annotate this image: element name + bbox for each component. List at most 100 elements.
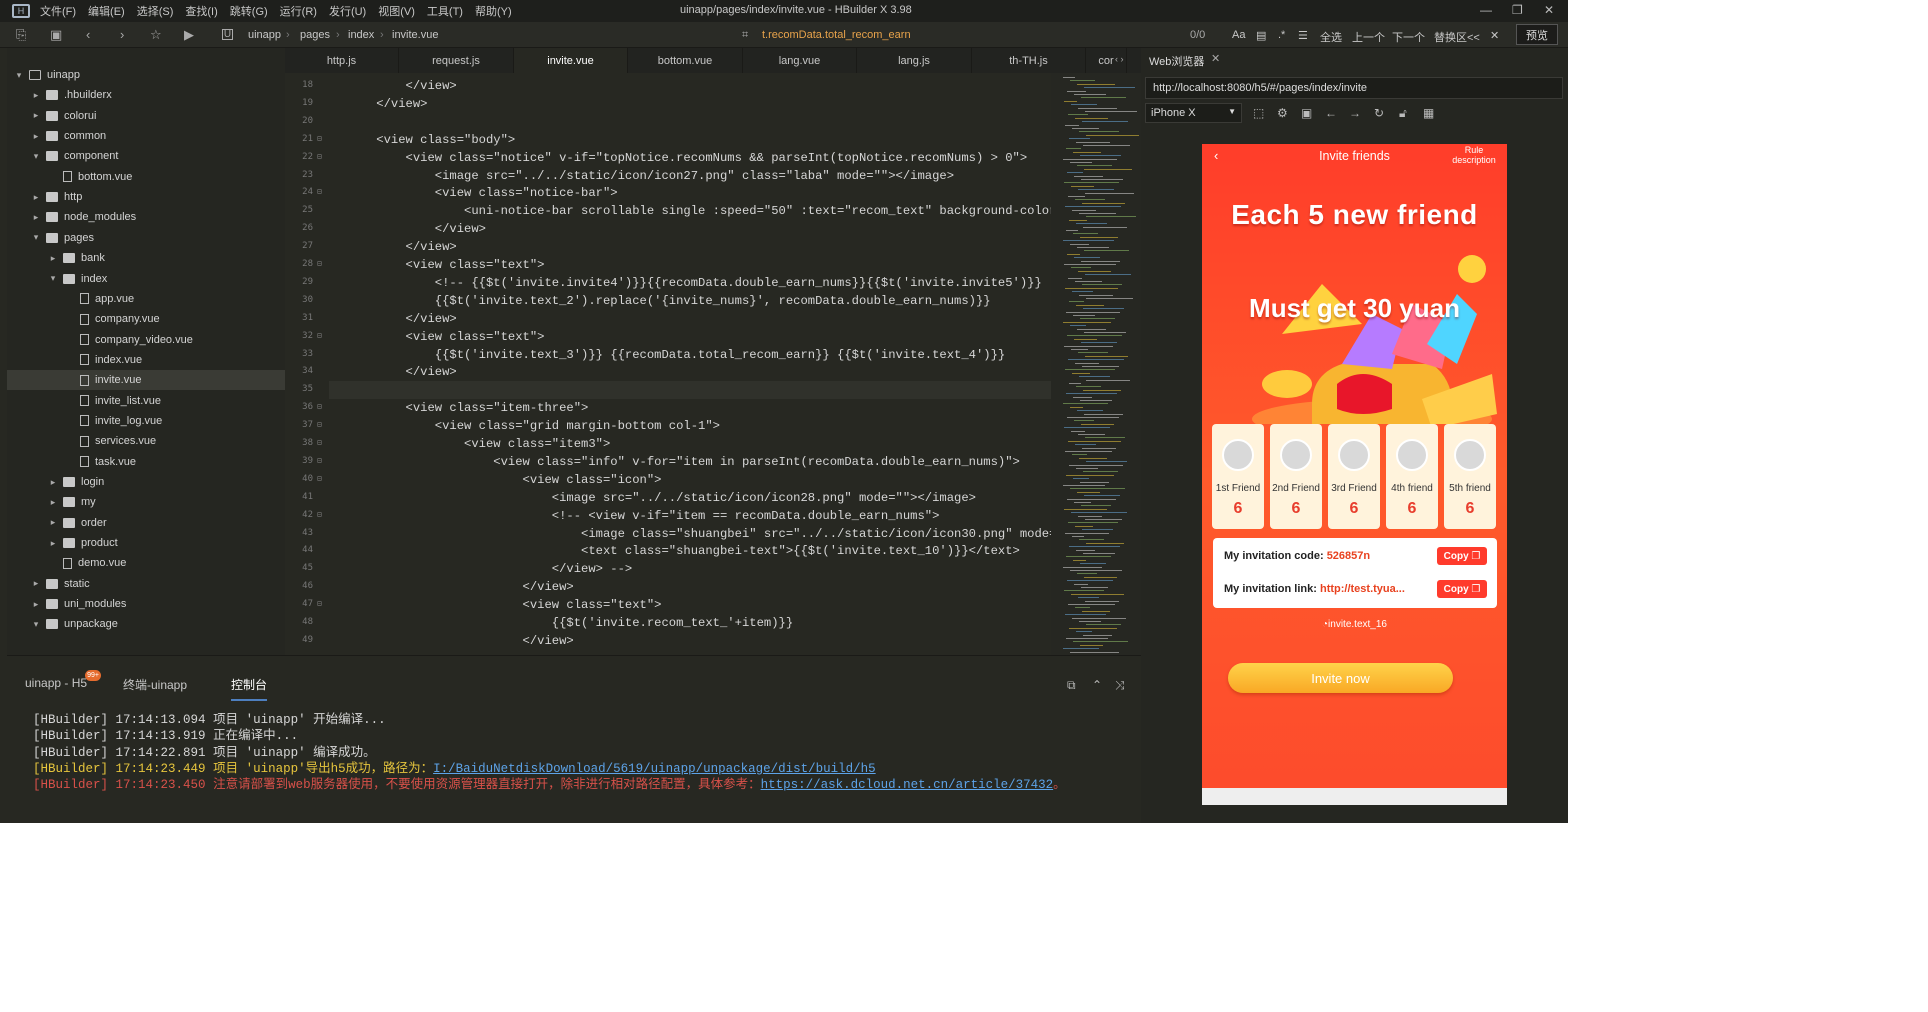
tree-arrow-icon[interactable]: ▸ [30, 131, 42, 142]
code-line[interactable] [329, 381, 1119, 400]
fold-icon[interactable]: ⊟ [317, 474, 322, 483]
fold-icon[interactable]: ⊟ [317, 402, 322, 411]
tree-arrow-icon[interactable]: ▾ [30, 151, 42, 162]
tree-arrow-icon[interactable]: ▸ [47, 517, 59, 528]
code-line[interactable]: <image src="../../static/icon/icon27.png… [347, 167, 954, 185]
breadcrumb-file[interactable]: invite.vue [392, 29, 438, 41]
tree-arrow-icon[interactable]: ▸ [47, 538, 59, 549]
export-icon[interactable]: ⧉ [1067, 678, 1076, 693]
code-line[interactable]: <!-- {{$t('invite.invite4')}}{{recomData… [347, 274, 1071, 292]
sidebar-item-unpackage[interactable]: ▾ unpackage [7, 614, 285, 634]
sidebar-item-order[interactable]: ▸ order [7, 513, 285, 533]
lock-icon[interactable]: 🔓︎ [1399, 106, 1407, 121]
menu-item[interactable]: 工具(T) [427, 3, 463, 19]
prev-match-button[interactable]: 上一个 [1352, 29, 1385, 45]
sidebar-item--hbuilderx[interactable]: ▸ .hbuilderx [7, 85, 285, 105]
tab-request-js[interactable]: request.js [400, 48, 514, 73]
code-line[interactable]: <image class="shuangbei" src="../../stat… [347, 525, 1078, 543]
fold-icon[interactable]: ⊟ [317, 510, 322, 519]
tab-uinapp-h5[interactable]: uinapp - H5 [25, 676, 87, 690]
tree-arrow-icon[interactable]: ▸ [47, 477, 59, 488]
sidebar-item-uinapp[interactable]: ▾ uinapp [7, 65, 285, 85]
sidebar-item-index-vue[interactable]: index.vue [7, 350, 285, 370]
console-link[interactable]: https://ask.dcloud.net.cn/article/37432 [761, 778, 1054, 792]
fold-icon[interactable]: ⊟ [317, 134, 322, 143]
nav-back-icon[interactable]: ← [1325, 106, 1337, 120]
breadcrumb-project[interactable]: uinapp [248, 29, 281, 41]
tab-console[interactable]: 控制台 [231, 676, 268, 701]
code-line[interactable]: <view class="info" v-for="item in parseI… [347, 453, 1020, 471]
sidebar-item-company-video-vue[interactable]: company_video.vue [7, 330, 285, 350]
sidebar-item-services-vue[interactable]: services.vue [7, 431, 285, 451]
clear-console-icon[interactable]: ⤨ [1115, 678, 1125, 693]
sidebar-item-my[interactable]: ▸ my [7, 492, 285, 512]
close-browser-tab-icon[interactable]: ✕ [1211, 52, 1220, 65]
settings-icon[interactable]: ⚙ [1277, 106, 1288, 120]
symbol-search[interactable]: t.recomData.total_recom_earn [762, 29, 911, 41]
sidebar-item-uni-modules[interactable]: ▸ uni_modules [7, 594, 285, 614]
tree-arrow-icon[interactable]: ▸ [47, 497, 59, 508]
match-case-icon[interactable]: Aa [1232, 29, 1245, 41]
list-icon[interactable]: ☰ [1298, 29, 1308, 42]
tree-arrow-icon[interactable]: ▾ [30, 619, 42, 630]
invite-now-button[interactable]: Invite now [1228, 663, 1453, 693]
sidebar-item-node-modules[interactable]: ▸ node_modules [7, 207, 285, 227]
sidebar-item-index[interactable]: ▾ index [7, 269, 285, 289]
minimize-icon[interactable]: — [1480, 3, 1492, 17]
menu-item[interactable]: 帮助(Y) [475, 3, 512, 19]
fold-icon[interactable]: ⊟ [317, 438, 322, 447]
tab-lang-js[interactable]: lang.js [858, 48, 972, 73]
sidebar-item-colorui[interactable]: ▸ colorui [7, 106, 285, 126]
sidebar-item-http[interactable]: ▸ http [7, 187, 285, 207]
code-line[interactable]: <view class="grid margin-bottom col-1"> [347, 417, 720, 435]
run-icon[interactable]: ▶ [184, 28, 194, 42]
code-line[interactable]: </view> [347, 238, 457, 256]
fold-icon[interactable]: ⊟ [317, 152, 322, 161]
code-line[interactable]: <view class="text"> [347, 256, 545, 274]
preview-button[interactable]: 预览 [1516, 24, 1558, 45]
fold-icon[interactable]: ⊟ [317, 599, 322, 608]
save-icon[interactable]: ▣ [50, 28, 62, 42]
tree-arrow-icon[interactable]: ▸ [30, 599, 42, 610]
code-line[interactable]: <view class="body"> [347, 131, 515, 149]
code-line[interactable]: </view> --> [347, 560, 632, 578]
code-line[interactable]: </view> [347, 363, 457, 381]
code-line[interactable]: {{$t('invite.recom_text_'+item)}} [347, 614, 793, 632]
menu-item[interactable]: 视图(V) [378, 3, 415, 19]
tree-arrow-icon[interactable]: ▸ [30, 110, 42, 121]
code-line[interactable]: {{$t('invite.text_2').replace('{invite_n… [347, 292, 991, 310]
tree-arrow-icon[interactable]: ▸ [47, 253, 59, 264]
code-line[interactable]: </view> [347, 578, 574, 596]
menu-item[interactable]: 文件(F) [40, 3, 76, 19]
star-icon[interactable]: ☆ [150, 28, 162, 42]
fold-icon[interactable]: ⊟ [317, 331, 322, 340]
sidebar-item-product[interactable]: ▸ product [7, 533, 285, 553]
fold-icon[interactable]: ⊟ [317, 456, 322, 465]
fold-icon[interactable]: ⊟ [317, 259, 322, 268]
breadcrumb-pages[interactable]: pages [300, 29, 330, 41]
url-input[interactable]: http://localhost:8080/h5/#/pages/index/i… [1145, 77, 1563, 99]
tree-arrow-icon[interactable]: ▸ [30, 578, 42, 589]
sidebar-item-demo-vue[interactable]: demo.vue [7, 553, 285, 573]
copy-link-button[interactable]: Copy ❐ [1437, 580, 1487, 598]
code-line[interactable]: </view> [347, 77, 457, 95]
replace-toggle-button[interactable]: 替换区<< [1434, 29, 1480, 45]
fold-icon[interactable]: ⊟ [317, 187, 322, 196]
sidebar-item-invite-vue[interactable]: invite.vue [7, 370, 285, 391]
tree-arrow-icon[interactable]: ▾ [30, 232, 42, 243]
code-line[interactable]: </view> [347, 95, 427, 113]
menu-item[interactable]: 编辑(E) [88, 3, 125, 19]
tab-web-browser[interactable]: Web浏览器 [1149, 53, 1204, 69]
menu-item[interactable]: 发行(U) [329, 3, 366, 19]
code-editor[interactable]: 18 19 20 21 ⊟ 22 ⊟ 23 24 ⊟ 25 26 27 28 ⊟ 29 30 31 32 ⊟ 33 34 3… [285, 73, 1141, 655]
code-line[interactable]: {{$t('invite.text_3')}} {{recomData.tota… [347, 346, 1005, 364]
whole-word-icon[interactable]: ▤ [1256, 29, 1266, 42]
select-all-button[interactable]: 全选 [1320, 29, 1342, 45]
code-line[interactable]: <view class="item-three"> [347, 399, 589, 417]
code-line[interactable]: </view> [347, 220, 486, 238]
code-line[interactable]: <view class="notice-bar"> [347, 184, 618, 202]
tree-arrow-icon[interactable]: ▸ [30, 90, 42, 101]
sidebar-item-task-vue[interactable]: task.vue [7, 452, 285, 472]
sidebar-item-login[interactable]: ▸ login [7, 472, 285, 492]
refresh-icon[interactable]: ↻ [1374, 106, 1384, 120]
